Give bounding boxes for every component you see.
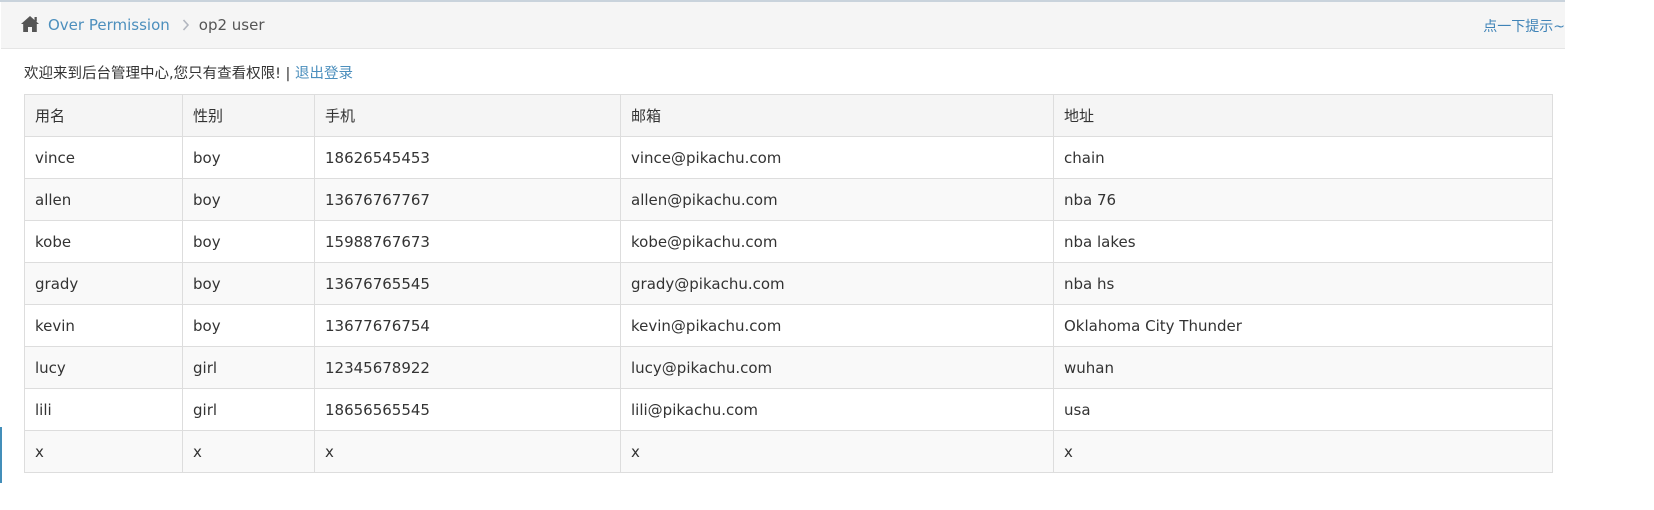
cell-address: nba hs xyxy=(1053,262,1553,305)
breadcrumb-current: op2 user xyxy=(198,16,265,34)
cell-username: kobe xyxy=(24,220,183,263)
header-address: 地址 xyxy=(1053,94,1553,137)
cell-address: wuhan xyxy=(1053,346,1553,389)
cell-gender: boy xyxy=(182,304,315,347)
cell-gender: boy xyxy=(182,178,315,221)
table-row: vince boy 18626545453 vince@pikachu.com … xyxy=(24,136,1553,179)
cell-gender: boy xyxy=(182,262,315,305)
cell-email: grady@pikachu.com xyxy=(620,262,1054,305)
cell-phone: x xyxy=(314,430,621,473)
breadcrumb: Over Permission op2 user 点一下提示~ xyxy=(1,2,1565,49)
cell-phone: 15988767673 xyxy=(314,220,621,263)
cell-address: nba lakes xyxy=(1053,220,1553,263)
cell-address: nba 76 xyxy=(1053,178,1553,221)
cell-phone: 12345678922 xyxy=(314,346,621,389)
cell-gender: girl xyxy=(182,388,315,431)
breadcrumb-home-link[interactable]: Over Permission xyxy=(48,16,170,34)
cell-username: allen xyxy=(24,178,183,221)
cell-email: lili@pikachu.com xyxy=(620,388,1054,431)
table-row: grady boy 13676765545 grady@pikachu.com … xyxy=(24,262,1553,305)
cell-username: lili xyxy=(24,388,183,431)
table-row: kevin boy 13677676754 kevin@pikachu.com … xyxy=(24,304,1553,347)
cell-username: kevin xyxy=(24,304,183,347)
cell-phone: 13676765545 xyxy=(314,262,621,305)
cell-gender: girl xyxy=(182,346,315,389)
hint-link[interactable]: 点一下提示~ xyxy=(1483,16,1565,36)
cell-address: usa xyxy=(1053,388,1553,431)
logout-link[interactable]: 退出登录 xyxy=(295,66,353,82)
table-row: lili girl 18656565545 lili@pikachu.com u… xyxy=(24,388,1553,431)
cell-phone: 18626545453 xyxy=(314,136,621,179)
cell-email: lucy@pikachu.com xyxy=(620,346,1054,389)
chevron-right-icon xyxy=(182,19,189,31)
left-accent-bar xyxy=(0,427,2,483)
cell-email: vince@pikachu.com xyxy=(620,136,1054,179)
table-row: lucy girl 12345678922 lucy@pikachu.com w… xyxy=(24,346,1553,389)
table-header-row: 用名 性别 手机 邮箱 地址 xyxy=(24,94,1553,137)
cell-gender: x xyxy=(182,430,315,473)
table-row: allen boy 13676767767 allen@pikachu.com … xyxy=(24,178,1553,221)
cell-email: x xyxy=(620,430,1054,473)
cell-address: Oklahoma City Thunder xyxy=(1053,304,1553,347)
welcome-line: 欢迎来到后台管理中心,您只有查看权限! | 退出登录 xyxy=(24,62,353,83)
home-icon[interactable] xyxy=(20,15,40,33)
header-phone: 手机 xyxy=(314,94,621,137)
cell-email: allen@pikachu.com xyxy=(620,178,1054,221)
cell-email: kobe@pikachu.com xyxy=(620,220,1054,263)
header-gender: 性别 xyxy=(182,94,315,137)
table-row: kobe boy 15988767673 kobe@pikachu.com nb… xyxy=(24,220,1553,263)
cell-phone: 13677676754 xyxy=(314,304,621,347)
header-username: 用名 xyxy=(24,94,183,137)
cell-phone: 13676767767 xyxy=(314,178,621,221)
header-email: 邮箱 xyxy=(620,94,1054,137)
cell-address: chain xyxy=(1053,136,1553,179)
table-row: x x x x x xyxy=(24,430,1553,473)
cell-address: x xyxy=(1053,430,1553,473)
welcome-message: 欢迎来到后台管理中心,您只有查看权限! | xyxy=(24,66,296,82)
cell-gender: boy xyxy=(182,136,315,179)
cell-username: grady xyxy=(24,262,183,305)
cell-gender: boy xyxy=(182,220,315,263)
cell-phone: 18656565545 xyxy=(314,388,621,431)
cell-username: x xyxy=(24,430,183,473)
cell-username: lucy xyxy=(24,346,183,389)
user-table: 用名 性别 手机 邮箱 地址 vince boy 18626545453 vin… xyxy=(24,94,1553,473)
cell-email: kevin@pikachu.com xyxy=(620,304,1054,347)
cell-username: vince xyxy=(24,136,183,179)
